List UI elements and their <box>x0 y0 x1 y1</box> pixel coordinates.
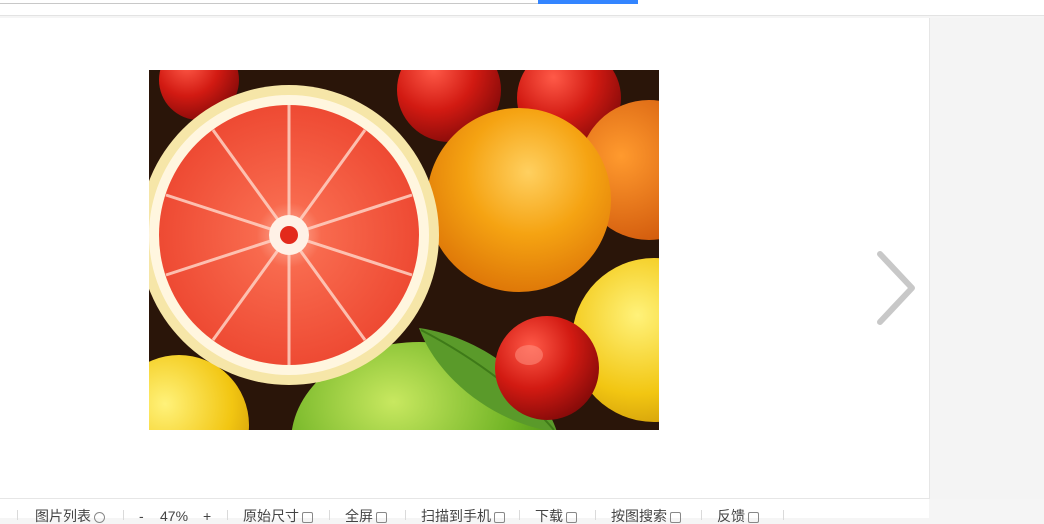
toolbar-divider <box>329 510 330 520</box>
camera-icon <box>670 511 681 523</box>
toolbar-divider <box>227 510 228 520</box>
fruit-photo[interactable] <box>149 70 659 430</box>
fullscreen-button[interactable]: 全屏 <box>345 509 387 523</box>
feedback-button[interactable]: 反馈 <box>717 509 759 523</box>
feedback-icon <box>748 511 759 523</box>
expand-icon <box>376 511 387 523</box>
image-list-button[interactable]: 图片列表 <box>35 509 105 523</box>
toolbar-divider <box>405 510 406 520</box>
info-icon <box>94 511 105 523</box>
phone-icon <box>494 511 505 523</box>
zoom-in-button[interactable]: + <box>203 509 211 523</box>
feedback-label: 反馈 <box>717 508 745 524</box>
image-list-label: 图片列表 <box>35 508 91 524</box>
fullscreen-label: 全屏 <box>345 508 373 524</box>
search-by-image-label: 按图搜索 <box>611 508 667 524</box>
toolbar-divider <box>123 510 124 520</box>
image-viewer: 图片列表 - 47% + 原始尺寸 全屏 扫描到手机 下载 按图搜索 反馈 <box>0 18 930 523</box>
toolbar-divider <box>701 510 702 520</box>
search-input[interactable] <box>0 0 538 4</box>
original-size-icon <box>302 511 313 523</box>
toolbar-divider <box>595 510 596 520</box>
chevron-right-icon <box>877 251 915 325</box>
scan-to-phone-button[interactable]: 扫描到手机 <box>421 509 505 523</box>
toolbar-divider <box>783 510 784 520</box>
top-search-bar <box>0 0 1044 16</box>
right-side-panel <box>930 18 1044 499</box>
download-icon <box>566 511 577 523</box>
download-label: 下载 <box>535 508 563 524</box>
toolbar-divider <box>17 510 18 520</box>
search-by-image-button[interactable]: 按图搜索 <box>611 509 681 523</box>
zoom-level: 47% <box>160 508 189 524</box>
scan-to-phone-label: 扫描到手机 <box>421 508 491 524</box>
bottom-toolbar: 图片列表 - 47% + 原始尺寸 全屏 扫描到手机 下载 按图搜索 反馈 <box>0 498 929 523</box>
download-button[interactable]: 下载 <box>535 509 577 523</box>
original-size-button[interactable]: 原始尺寸 <box>243 509 313 523</box>
next-image-button[interactable] <box>868 246 924 330</box>
original-size-label: 原始尺寸 <box>243 508 299 524</box>
zoom-out-button[interactable]: - <box>139 509 144 523</box>
search-button[interactable] <box>538 0 638 4</box>
toolbar-divider <box>519 510 520 520</box>
